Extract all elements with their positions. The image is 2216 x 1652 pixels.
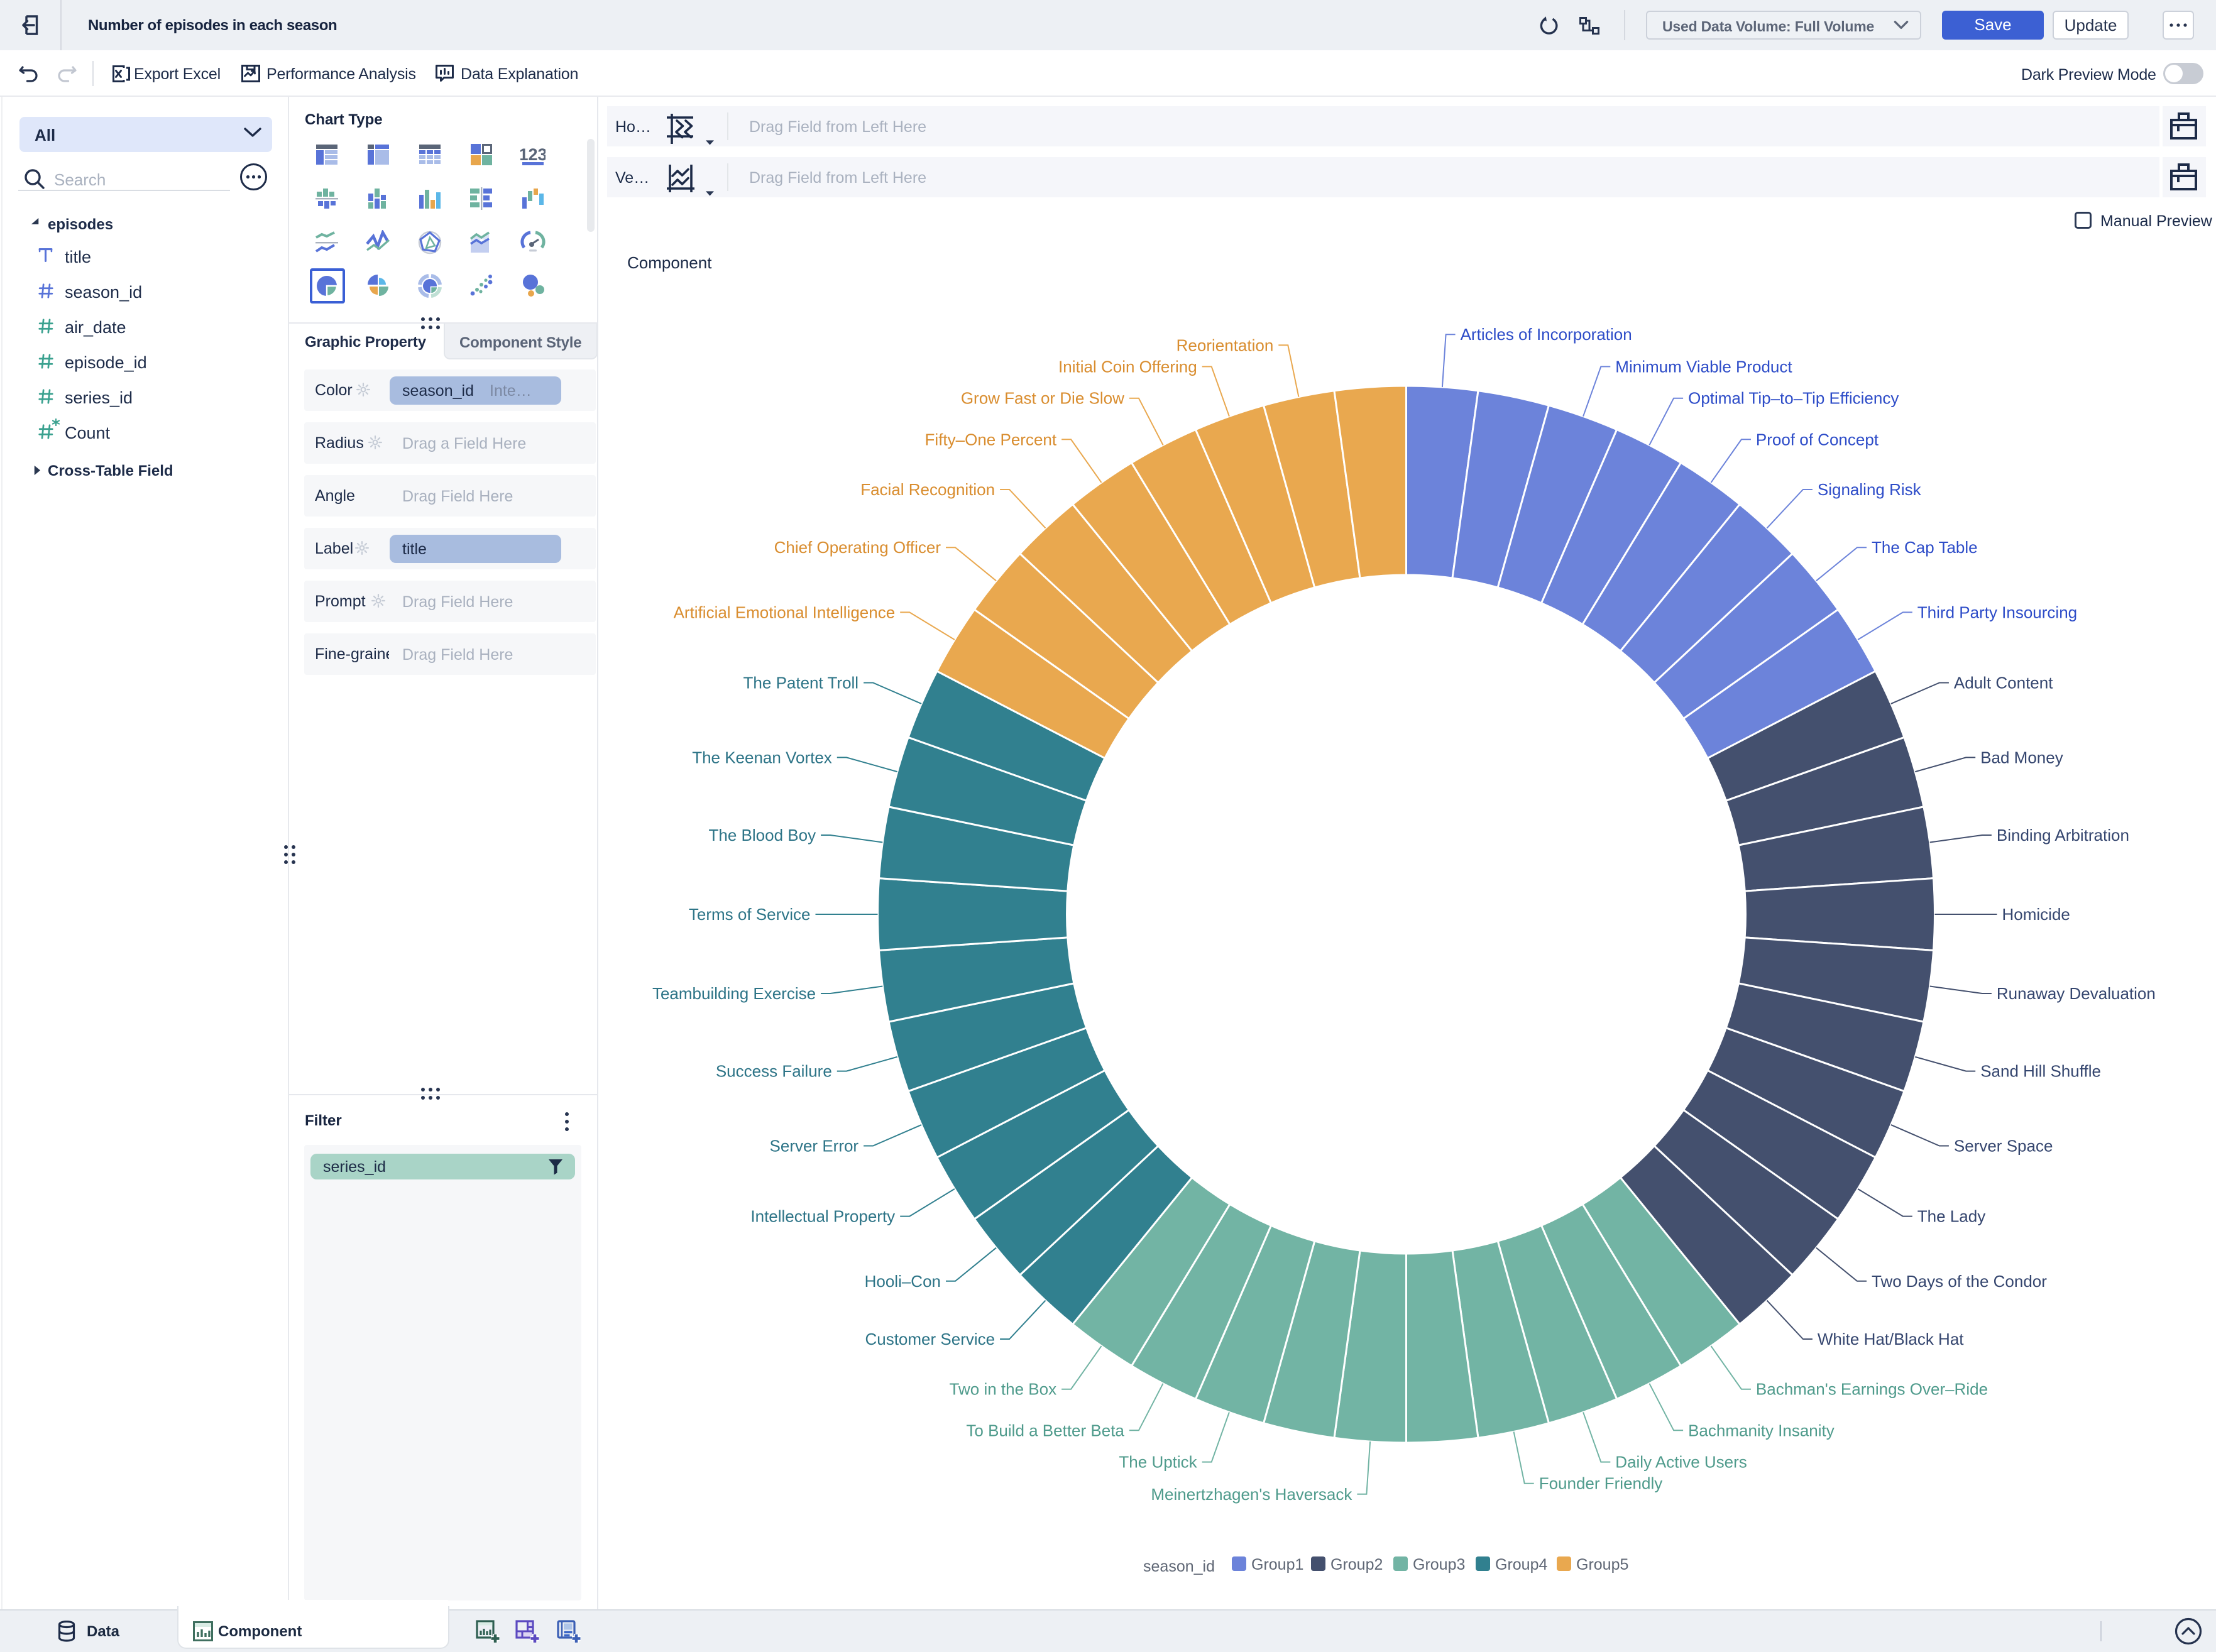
- svg-text:To Build a Better Beta: To Build a Better Beta: [966, 1421, 1124, 1440]
- svg-text:The Patent Troll: The Patent Troll: [743, 674, 859, 692]
- svg-text:Terms of Service: Terms of Service: [689, 905, 811, 924]
- svg-text:Bachmanity Insanity: Bachmanity Insanity: [1688, 1421, 1835, 1440]
- svg-text:Two Days of the Condor: Two Days of the Condor: [1872, 1272, 2047, 1291]
- svg-text:Initial Coin Offering: Initial Coin Offering: [1058, 357, 1197, 376]
- svg-text:Group5: Group5: [1576, 1556, 1628, 1573]
- svg-text:Bad Money: Bad Money: [1980, 748, 2063, 767]
- svg-text:Daily Active Users: Daily Active Users: [1615, 1453, 1747, 1472]
- svg-text:Group3: Group3: [1413, 1556, 1465, 1573]
- svg-text:Facial Recognition: Facial Recognition: [860, 480, 995, 499]
- svg-text:The Cap Table: The Cap Table: [1872, 538, 1978, 557]
- svg-text:Two in the Box: Two in the Box: [950, 1380, 1057, 1399]
- svg-text:Success Failure: Success Failure: [716, 1062, 832, 1081]
- svg-text:Proof of Concept: Proof of Concept: [1756, 430, 1879, 449]
- svg-text:Server Error: Server Error: [770, 1137, 859, 1156]
- svg-text:Server Space: Server Space: [1954, 1137, 2053, 1156]
- svg-text:Hooli–Con: Hooli–Con: [865, 1272, 941, 1291]
- svg-text:Articles of Incorporation: Articles of Incorporation: [1461, 325, 1632, 344]
- svg-text:Runaway Devaluation: Runaway Devaluation: [1997, 984, 2156, 1003]
- svg-text:Homicide: Homicide: [2002, 905, 2070, 924]
- svg-text:Chief Operating Officer: Chief Operating Officer: [774, 538, 941, 557]
- svg-text:The Lady: The Lady: [1917, 1207, 1985, 1226]
- svg-text:The Uptick: The Uptick: [1119, 1453, 1197, 1472]
- svg-text:White Hat/Black Hat: White Hat/Black Hat: [1818, 1330, 1964, 1348]
- svg-text:Customer Service: Customer Service: [865, 1330, 995, 1348]
- svg-text:Grow Fast or Die Slow: Grow Fast or Die Slow: [961, 389, 1124, 408]
- svg-text:Optimal Tip–to–Tip Efficiency: Optimal Tip–to–Tip Efficiency: [1688, 389, 1899, 408]
- svg-text:Sand Hill Shuffle: Sand Hill Shuffle: [1980, 1062, 2101, 1081]
- svg-text:Group2: Group2: [1330, 1556, 1383, 1573]
- svg-text:Third Party Insourcing: Third Party Insourcing: [1917, 603, 2077, 621]
- svg-text:123: 123: [520, 145, 546, 164]
- svg-text:Group4: Group4: [1495, 1556, 1547, 1573]
- svg-text:Binding Arbitration: Binding Arbitration: [1997, 826, 2129, 845]
- svg-text:Signaling Risk: Signaling Risk: [1818, 480, 1922, 499]
- svg-text:Artificial Emotional Intellige: Artificial Emotional Intelligence: [674, 603, 896, 621]
- svg-text:The Keenan Vortex: The Keenan Vortex: [692, 748, 832, 767]
- svg-text:season_id: season_id: [1143, 1558, 1215, 1575]
- svg-text:Founder Friendly: Founder Friendly: [1539, 1474, 1663, 1493]
- svg-text:Fifty–One Percent: Fifty–One Percent: [925, 430, 1057, 449]
- svg-text:Minimum Viable Product: Minimum Viable Product: [1615, 357, 1792, 376]
- svg-text:Meinertzhagen's Haversack: Meinertzhagen's Haversack: [1151, 1485, 1352, 1504]
- svg-text:Bachman's Earnings Over–Ride: Bachman's Earnings Over–Ride: [1756, 1380, 1988, 1399]
- svg-text:Adult Content: Adult Content: [1954, 674, 2053, 692]
- svg-text:Group1: Group1: [1251, 1556, 1303, 1573]
- svg-text:The Blood Boy: The Blood Boy: [709, 826, 816, 845]
- svg-text:Teambuilding Exercise: Teambuilding Exercise: [652, 984, 816, 1003]
- svg-text:Intellectual Property: Intellectual Property: [750, 1207, 895, 1226]
- svg-text:Reorientation: Reorientation: [1177, 336, 1274, 354]
